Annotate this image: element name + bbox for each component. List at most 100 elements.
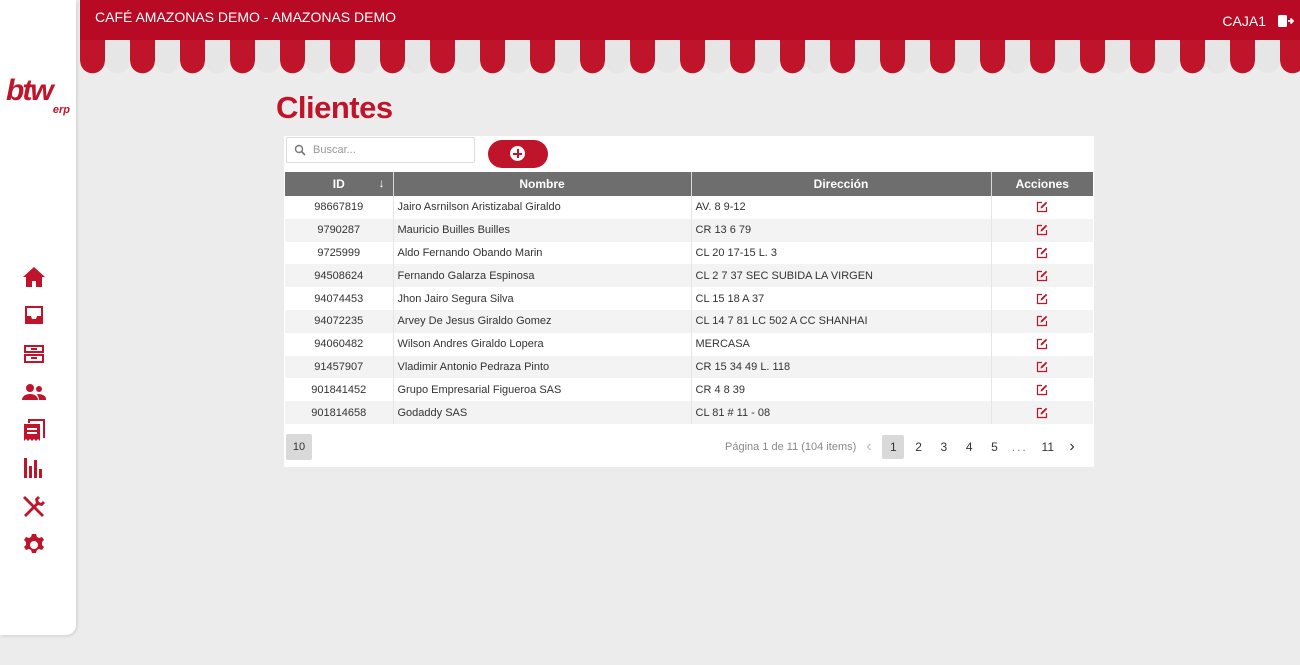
cell-direccion: CR 15 34 49 L. 118	[691, 355, 992, 379]
search-input[interactable]	[313, 142, 469, 158]
header-awning	[80, 38, 1300, 74]
cell-direccion: MERCASA	[691, 332, 992, 356]
cell-nombre: Fernando Galarza Espinosa	[393, 264, 692, 288]
pagination-info: Página 1 de 11 (104 items)	[725, 441, 857, 453]
column-header-direccion[interactable]: Dirección	[691, 172, 992, 196]
cell-acciones	[991, 196, 1093, 219]
cell-id: 98667819	[285, 196, 394, 219]
column-header-id[interactable]: ID ↓	[285, 172, 394, 196]
receipt-icon	[24, 419, 45, 442]
tools-icon	[23, 495, 45, 517]
cell-id: 901841452	[285, 378, 394, 402]
clients-panel: ID↓ Nombre Dirección Acciones 98667819Ja…	[284, 136, 1094, 467]
cell-nombre: Arvey De Jesus Giraldo Gomez	[393, 309, 692, 333]
column-header-acciones: Acciones	[991, 172, 1093, 196]
sidebar-item-clients[interactable]	[21, 379, 47, 405]
sidebar: btw erp	[0, 0, 76, 635]
page-button-1[interactable]: 1	[882, 435, 905, 459]
btw-erp-logo[interactable]: btw erp	[6, 76, 72, 120]
table-row: 901841452 Grupo Empresarial Figueroa SAS C…	[285, 378, 1093, 402]
cell-acciones	[991, 401, 1093, 424]
add-client-button[interactable]	[488, 140, 548, 168]
table-row: 98667819 Jairo Asrnilson Aristizabal Gira…	[285, 196, 1093, 219]
cell-direccion: CL 20 17-15 L. 3	[691, 241, 992, 265]
edit-icon[interactable]	[1036, 384, 1048, 396]
cell-direccion: CL 81 # 11 - 08	[691, 401, 992, 424]
page-button-4[interactable]: 4	[958, 435, 980, 459]
page-size-selector[interactable]: 10	[286, 434, 312, 460]
cell-direccion: AV. 8 9-12	[691, 196, 992, 219]
table-header-row: ID ↓ Nombre Dirección Acciones	[285, 172, 1093, 196]
cell-id: 94060482	[285, 332, 394, 356]
sidebar-nav	[21, 264, 47, 570]
cell-acciones	[991, 242, 1093, 265]
sidebar-item-invoices[interactable]	[21, 417, 47, 443]
cell-acciones	[991, 309, 1093, 333]
cell-nombre: Jairo Asrnilson Aristizabal Giraldo	[393, 196, 692, 219]
cell-id: 91457907	[285, 355, 394, 379]
edit-icon[interactable]	[1036, 407, 1048, 419]
cell-nombre: Grupo Empresarial Figueroa SAS	[393, 378, 692, 402]
sidebar-item-reports[interactable]	[21, 455, 47, 481]
next-page-button[interactable]: ›	[1062, 435, 1082, 459]
cell-acciones	[991, 333, 1093, 356]
table-row: 9790287 Mauricio Builles Builles CR 13 6 7…	[285, 218, 1093, 242]
register-name[interactable]: CAJA1	[1222, 13, 1266, 29]
page-button-2[interactable]: 2	[908, 435, 930, 459]
cell-acciones	[991, 378, 1093, 401]
cell-nombre: Jhon Jairo Segura Silva	[393, 287, 692, 310]
plus-circle-icon	[510, 146, 525, 161]
edit-icon[interactable]	[1036, 247, 1048, 259]
cell-direccion: CR 13 6 79	[691, 218, 992, 242]
sort-desc-icon: ↓	[378, 176, 385, 190]
cell-id: 9790287	[285, 218, 394, 242]
gear-icon	[24, 534, 44, 554]
logo-main: btw	[6, 74, 54, 107]
cell-direccion: CL 15 18 A 37	[691, 287, 992, 310]
cell-id: 94072235	[285, 309, 394, 333]
prev-page-button[interactable]: ‹	[859, 435, 879, 459]
cell-nombre: Mauricio Builles Builles	[393, 218, 692, 242]
logout-icon[interactable]	[1278, 14, 1294, 28]
clients-table: ID ↓ Nombre Dirección Acciones 98667819 Ja…	[285, 172, 1093, 424]
bar-chart-icon	[24, 458, 42, 479]
inbox-icon	[25, 306, 43, 325]
cell-nombre: Vladimir Antonio Pedraza Pinto	[393, 355, 692, 379]
edit-icon[interactable]	[1036, 361, 1048, 373]
cell-acciones	[991, 355, 1093, 379]
table-row: 94060482 Wilson Andres Giraldo Lopera MERC…	[285, 332, 1093, 356]
cell-nombre: Wilson Andres Giraldo Lopera	[393, 332, 692, 356]
edit-icon[interactable]	[1036, 338, 1048, 350]
edit-icon[interactable]	[1036, 224, 1048, 236]
cell-id: 901814658	[285, 401, 394, 424]
sidebar-item-inbox[interactable]	[21, 302, 47, 328]
page-button-3[interactable]: 3	[933, 435, 955, 459]
edit-icon[interactable]	[1036, 315, 1048, 327]
users-icon	[22, 383, 46, 400]
edit-icon[interactable]	[1036, 270, 1048, 282]
search-box[interactable]	[286, 137, 475, 163]
table-row: 94074453 Jhon Jairo Segura Silva CL 15 18 …	[285, 287, 1093, 310]
top-header: CAFÉ AMAZONAS DEMO - AMAZONAS DEMO CAJA1	[80, 0, 1300, 40]
cell-direccion: CL 14 7 81 LC 502 A CC SHANHAI	[691, 309, 992, 333]
page-button-last[interactable]: 11	[1037, 435, 1059, 459]
cell-direccion: CR 4 8 39	[691, 378, 992, 402]
sidebar-item-settings[interactable]	[21, 532, 47, 558]
table-row: 9725999 Aldo Fernando Obando Marin CL 20 1…	[285, 241, 1093, 265]
home-icon	[23, 267, 45, 287]
search-icon	[294, 144, 306, 156]
sidebar-item-tools[interactable]	[21, 494, 47, 520]
cell-id: 9725999	[285, 241, 394, 265]
cell-id: 94508624	[285, 264, 394, 288]
page-button-5[interactable]: 5	[983, 435, 1005, 459]
sidebar-item-archive[interactable]	[21, 341, 47, 367]
cell-nombre: Godaddy SAS	[393, 401, 692, 424]
edit-icon[interactable]	[1036, 293, 1048, 305]
sidebar-item-home[interactable]	[21, 264, 47, 290]
edit-icon[interactable]	[1036, 201, 1048, 213]
cell-acciones	[991, 287, 1093, 310]
pagination-ellipsis: ...	[1011, 440, 1028, 454]
pagination: ‹ 1 2 3 4 5 ... 11 ›	[859, 435, 1085, 459]
column-header-nombre[interactable]: Nombre	[393, 172, 692, 196]
cell-acciones	[991, 264, 1093, 288]
